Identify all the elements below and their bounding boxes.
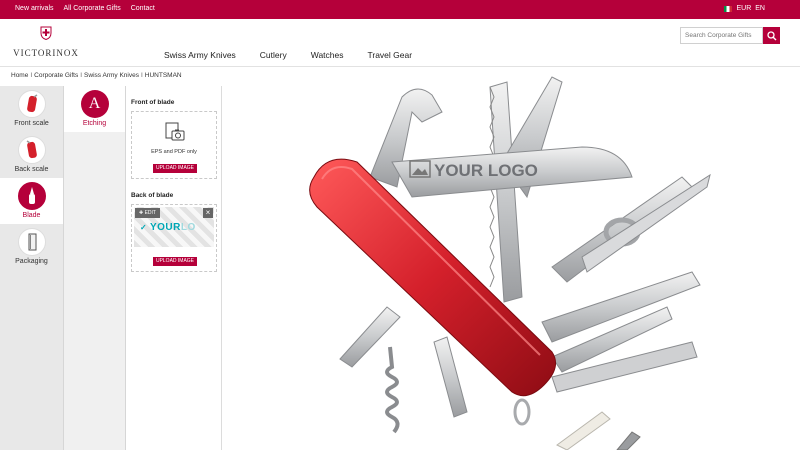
- header: VICTORINOX Swiss Army Knives Cutlery Wat…: [0, 19, 800, 67]
- technique-etching[interactable]: A Etching: [64, 86, 125, 132]
- edit-button[interactable]: ✚ EDIT: [135, 208, 160, 218]
- top-links: New arrivals All Corporate Gifts Contact: [15, 5, 155, 12]
- technique-panel: A Etching: [64, 86, 126, 450]
- file-format-hint: EPS and PDF only: [151, 149, 197, 155]
- etching-letter-icon: A: [80, 90, 109, 118]
- nav-watches[interactable]: Watches: [311, 50, 344, 60]
- front-blade-dropzone[interactable]: EPS and PDF only UPLOAD IMAGE: [131, 111, 217, 179]
- italy-flag-icon: [724, 5, 733, 12]
- logo-text: YOUR: [149, 222, 181, 233]
- blade-logo-text: YOUR LOGO: [434, 161, 538, 180]
- logo-check-icon: ✓: [140, 223, 150, 232]
- part-packaging[interactable]: Packaging: [0, 224, 63, 270]
- back-blade-title: Back of blade: [131, 192, 174, 199]
- technique-label: Etching: [82, 120, 107, 127]
- search-button[interactable]: [763, 27, 780, 44]
- uploaded-logo-preview: ✓ YOURLO: [140, 222, 196, 233]
- nav-swiss-army-knives[interactable]: Swiss Army Knives: [164, 50, 236, 60]
- saw-blade: [489, 81, 523, 303]
- knife-illustration: YOUR LOGO: [309, 76, 711, 450]
- back-scale-icon: [17, 136, 46, 164]
- top-bar: New arrivals All Corporate Gifts Contact…: [0, 0, 800, 19]
- camera-icon: [165, 122, 185, 141]
- front-scale-icon: [17, 90, 46, 118]
- part-label: Blade: [22, 212, 41, 219]
- breadcrumb: Home I Corporate Gifts I Swiss Army Kniv…: [11, 72, 182, 79]
- logo-text-faded: LO: [180, 222, 196, 233]
- main-nav: Swiss Army Knives Cutlery Watches Travel…: [164, 50, 412, 60]
- back-blade-preview: ✚ EDIT × ✓ YOURLO UPLOAD IMAGE: [131, 204, 217, 272]
- parts-panel: Front scale Back scale Blade Packaging: [0, 86, 64, 450]
- tweezers: [616, 431, 641, 450]
- knife-preview-canvas: YOUR LOGO: [222, 67, 800, 450]
- language-label: EN: [755, 5, 765, 12]
- breadcrumb-separator: I: [80, 72, 83, 79]
- part-label: Front scale: [14, 120, 49, 127]
- corporate-gifts-link[interactable]: All Corporate Gifts: [64, 5, 121, 12]
- part-label: Packaging: [15, 258, 48, 265]
- front-blade-title: Front of blade: [131, 99, 175, 106]
- edit-label: EDIT: [144, 210, 156, 216]
- search-box: [680, 27, 780, 44]
- toothpick: [556, 411, 611, 450]
- search-input[interactable]: [680, 27, 763, 44]
- blade-icon: [17, 182, 46, 210]
- breadcrumb-separator: I: [30, 72, 33, 79]
- brand-wordmark: VICTORINOX: [13, 48, 79, 58]
- remove-image-button[interactable]: ×: [203, 208, 213, 218]
- nav-cutlery[interactable]: Cutlery: [260, 50, 287, 60]
- part-label: Back scale: [14, 166, 49, 173]
- swiss-cross-icon: [40, 26, 52, 41]
- corkscrew: [385, 346, 400, 434]
- packaging-icon: [17, 228, 46, 256]
- front-upload-button[interactable]: UPLOAD IMAGE: [153, 164, 197, 173]
- part-back-scale[interactable]: Back scale: [0, 132, 63, 178]
- new-arrivals-link[interactable]: New arrivals: [15, 5, 54, 12]
- breadcrumb-separator: I: [140, 72, 143, 79]
- breadcrumb-swiss-army-knives[interactable]: Swiss Army Knives: [84, 72, 139, 79]
- nav-travel-gear[interactable]: Travel Gear: [368, 50, 413, 60]
- pin-tool: [433, 336, 468, 418]
- upload-panel: Front of blade EPS and PDF only UPLOAD I…: [126, 86, 222, 450]
- back-upload-button[interactable]: UPLOAD IMAGE: [153, 257, 197, 266]
- brand-logo[interactable]: VICTORINOX: [12, 26, 80, 58]
- breadcrumb-current: HUNTSMAN: [144, 72, 182, 79]
- contact-link[interactable]: Contact: [131, 5, 155, 12]
- scissors: [551, 176, 693, 283]
- breadcrumb-corporate-gifts[interactable]: Corporate Gifts: [34, 72, 78, 79]
- currency-label: EUR: [736, 5, 752, 12]
- part-blade[interactable]: Blade: [0, 178, 63, 224]
- part-front-scale[interactable]: Front scale: [0, 86, 63, 132]
- key-ring: [513, 398, 531, 426]
- search-icon: [766, 30, 776, 40]
- breadcrumb-home[interactable]: Home: [11, 72, 28, 79]
- locale-switcher[interactable]: EUR EN: [724, 5, 765, 12]
